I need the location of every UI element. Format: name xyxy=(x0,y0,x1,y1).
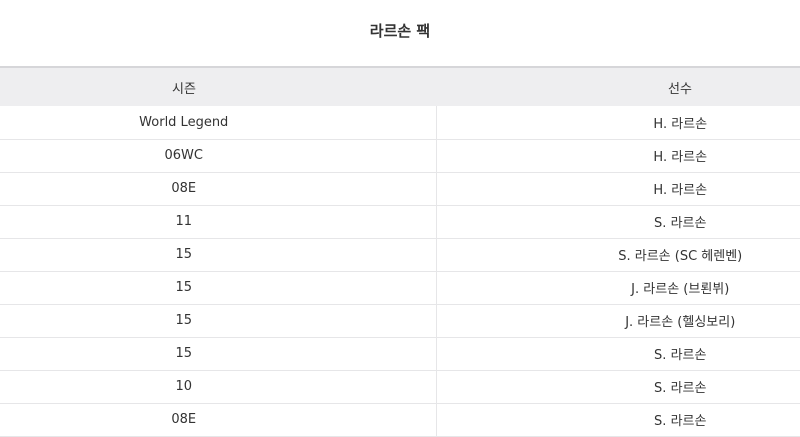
season-cell: World Legend xyxy=(0,106,437,139)
table-row: 10 S. 라르손 xyxy=(0,370,800,403)
player-cell: J. 라르손 (헬싱보리) xyxy=(625,315,736,330)
player-cell: J. 라르손 (브뢴뷔) xyxy=(631,282,730,297)
player-cell: S. 라르손 xyxy=(654,216,707,231)
pack-page: 라르손 팩 시즌 선수 World Legend H. 라르손 06WC H. … xyxy=(0,0,800,437)
header-player: 선수 xyxy=(668,81,692,97)
table-row: 11 S. 라르손 xyxy=(0,205,800,238)
season-cell: 08E xyxy=(0,403,437,436)
season-cell: 10 xyxy=(0,370,437,403)
player-cell: S. 라르손 xyxy=(654,381,707,396)
table-row: 08E H. 라르손 xyxy=(0,172,800,205)
table-body: World Legend H. 라르손 06WC H. 라르손 08E H. 라… xyxy=(0,106,800,436)
table-header-row: 시즌 선수 xyxy=(0,67,800,106)
table-row: 15 J. 라르손 (브뢴뷔) xyxy=(0,271,800,304)
page-title: 라르손 팩 xyxy=(369,22,431,40)
season-cell: 15 xyxy=(0,337,437,370)
pack-player-table: 시즌 선수 World Legend H. 라르손 06WC H. 라르손 08… xyxy=(0,66,800,437)
season-cell: 06WC xyxy=(0,139,437,172)
table-row: 15 S. 라르손 xyxy=(0,337,800,370)
player-cell: H. 라르손 xyxy=(653,116,708,132)
header-season: 시즌 xyxy=(172,81,196,97)
table-row: 06WC H. 라르손 xyxy=(0,139,800,172)
table-row: 08E S. 라르손 xyxy=(0,403,800,436)
season-cell: 15 xyxy=(0,238,437,271)
season-cell: 11 xyxy=(0,205,437,238)
player-cell: H. 라르손 xyxy=(653,183,708,198)
season-cell: 08E xyxy=(0,172,437,205)
season-cell: 15 xyxy=(0,304,437,337)
player-cell: S. 라르손 xyxy=(654,414,707,429)
player-cell: H. 라르손 xyxy=(653,150,708,165)
table-row: World Legend H. 라르손 xyxy=(0,106,800,139)
table-row: 15 J. 라르손 (헬싱보리) xyxy=(0,304,800,337)
table-header: 시즌 선수 xyxy=(0,67,800,106)
player-cell: S. 라르손 (SC 헤렌벤) xyxy=(618,249,743,264)
season-cell: 15 xyxy=(0,271,437,304)
table-row: 15 S. 라르손 (SC 헤렌벤) xyxy=(0,238,800,271)
player-cell: S. 라르손 xyxy=(654,348,707,363)
